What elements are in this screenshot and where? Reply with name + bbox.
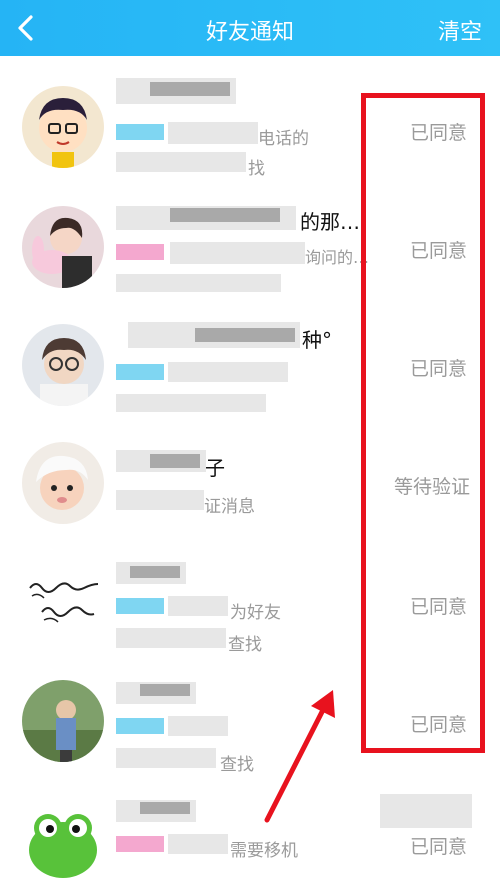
avatar xyxy=(22,680,104,762)
status-label: 已同意 xyxy=(410,240,468,262)
contact-name: 子 xyxy=(205,456,225,480)
request-message: 询问的… xyxy=(305,248,370,267)
request-message: 电话的 xyxy=(258,129,309,149)
request-message: 需要移机 xyxy=(230,841,298,861)
status-label: 已同意 xyxy=(410,836,468,858)
list-item[interactable]: 电话的 找 已同意 xyxy=(0,68,500,186)
status-label: 已同意 xyxy=(410,714,468,736)
status-label: 已同意 xyxy=(410,358,468,380)
avatar xyxy=(22,442,104,524)
status-label: 已同意 xyxy=(410,122,468,144)
list-item[interactable]: 需要移机 已同意 xyxy=(0,776,500,894)
list-item[interactable]: 的那… 询问的… 已同意 xyxy=(0,186,500,304)
contact-name: 种° xyxy=(302,328,332,352)
avatar xyxy=(22,798,104,880)
contact-name: 的那… xyxy=(300,210,360,234)
request-source: 查找 xyxy=(228,635,262,655)
list-item[interactable]: 为好友 查找 已同意 xyxy=(0,540,500,658)
list-item[interactable]: 查找 已同意 xyxy=(0,658,500,776)
request-source: 找 xyxy=(248,159,265,179)
request-message: 为好友 xyxy=(230,603,281,623)
top-bar: 好友通知 清空 xyxy=(0,0,500,56)
avatar xyxy=(22,324,104,406)
request-source: 查找 xyxy=(220,755,254,775)
avatar xyxy=(22,86,104,168)
page-title: 好友通知 xyxy=(205,20,294,45)
clear-button[interactable]: 清空 xyxy=(438,14,482,46)
list-item[interactable]: 子 证消息 等待验证 xyxy=(0,422,500,540)
status-label: 已同意 xyxy=(410,596,468,618)
annotation-arrow-icon xyxy=(255,688,345,832)
avatar xyxy=(22,562,104,644)
avatar xyxy=(22,206,104,288)
list-item[interactable]: 种° 已同意 xyxy=(0,304,500,422)
status-label: 等待验证 xyxy=(394,476,471,498)
request-message: 证消息 xyxy=(204,497,255,517)
